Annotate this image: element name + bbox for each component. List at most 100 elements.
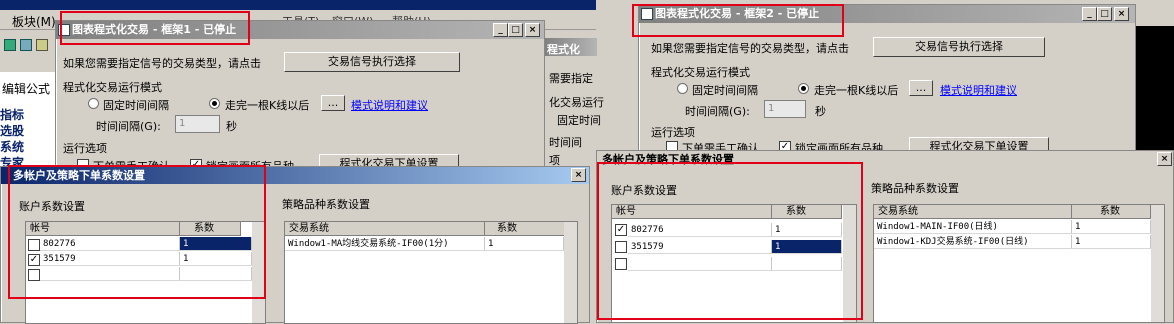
coef-cell[interactable]: 1	[180, 237, 252, 251]
fragment-text: 化交易运行	[549, 96, 604, 109]
maximize-button[interactable]: □	[1097, 7, 1112, 21]
menu-item-block[interactable]: 板块(M)	[12, 13, 56, 30]
account-cell[interactable]	[40, 267, 180, 281]
account-cell[interactable]	[628, 257, 772, 271]
scrollbar[interactable]	[1151, 205, 1164, 322]
coef2-close-button[interactable]: ×	[1157, 152, 1172, 166]
toolbar-icon[interactable]	[36, 39, 48, 51]
coef-cell[interactable]	[772, 257, 842, 271]
account-cell[interactable]: 802776	[40, 237, 180, 251]
frame2-interval-input[interactable]: 1	[764, 100, 806, 118]
column-header[interactable]: 帐号	[612, 205, 772, 219]
coef-cell[interactable]	[180, 267, 252, 281]
coef2-title-bar[interactable]: 多帐户及策略下单系数设置	[597, 151, 1173, 168]
frame2-radio-fixed-label: 固定时间间隔	[692, 84, 758, 97]
column-header[interactable]: 系数	[772, 205, 842, 219]
frame1-radio-kline-label: 走完一根K线以后	[225, 99, 310, 112]
chart-area-right	[1136, 26, 1174, 150]
left-item-stock-select[interactable]: 选股	[0, 122, 24, 139]
account-cell[interactable]: 802776	[628, 223, 772, 237]
frame2-signal-button[interactable]: 交易信号执行选择	[873, 37, 1045, 57]
coef2-title: 多帐户及策略下单系数设置	[602, 153, 734, 166]
left-item-system[interactable]: 系统	[0, 138, 24, 155]
frame2-mode-group-label: 程式化交易运行模式	[651, 66, 750, 79]
column-header[interactable]: 系数	[1072, 205, 1151, 219]
coef1-account-group-label: 账户系数设置	[19, 200, 85, 213]
left-item-edit-formula[interactable]: 编辑公式	[2, 80, 50, 97]
scrollbar[interactable]	[252, 222, 265, 323]
scrollbar[interactable]	[564, 222, 577, 323]
coef-cell[interactable]: 1	[485, 237, 564, 251]
coef-cell[interactable]: 1	[1072, 220, 1151, 234]
coef1-strategy-table: 交易系统 系数 Window1-MA均线交易系统-IF00(1分) 1	[284, 221, 578, 324]
coef2-account-group-label: 账户系数设置	[611, 184, 677, 197]
frame1-prompt: 如果您需要指定信号的交易类型，请点击	[63, 57, 261, 70]
background-dialog-fragment: 程式化 需要指定 化交易运行 固定时间 时间间 项	[544, 38, 604, 168]
background-app-title-bar	[0, 0, 596, 10]
strategy-cell[interactable]: Window1-MAIN-IF00(日线)	[874, 220, 1072, 234]
coef2-strategy-table: 交易系统 系数 Window1-MAIN-IF00(日线) 1 Window1-…	[873, 204, 1165, 323]
strategy-cell[interactable]: Window1-KDJ交易系统-IF00(日线)	[874, 235, 1072, 249]
frame2-title-bar[interactable]: 图表程式化交易 - 框架2 - 已停止	[639, 5, 1135, 23]
account-cell[interactable]: 351579	[40, 252, 180, 266]
left-item-indicator[interactable]: 指标	[0, 106, 24, 123]
toolbar-icon[interactable]	[4, 39, 16, 51]
frame2-mode-link[interactable]: 模式说明和建议	[940, 82, 1017, 98]
frame2-ellipsis-button[interactable]: ...	[909, 80, 933, 96]
frame2-radio-kline[interactable]	[798, 83, 809, 94]
strategy-cell[interactable]: Window1-MA均线交易系统-IF00(1分)	[285, 237, 485, 251]
account-checkbox[interactable]	[28, 269, 40, 281]
minimize-button[interactable]: _	[493, 23, 508, 37]
frame2-prompt: 如果您需要指定信号的交易类型，请点击	[651, 42, 849, 55]
frame1-radio-fixed-label: 固定时间间隔	[103, 99, 169, 112]
frame2-radio-fixed[interactable]	[677, 83, 688, 94]
scrollbar[interactable]	[843, 205, 856, 322]
frame2-interval-unit: 秒	[815, 105, 826, 118]
background-toolbar	[0, 31, 60, 59]
coef2-strategy-group-label: 策略品种系数设置	[871, 182, 959, 195]
column-header[interactable]: 系数	[180, 222, 241, 236]
coef-cell[interactable]: 1	[772, 223, 842, 237]
column-header[interactable]: 帐号	[26, 222, 180, 236]
coef1-title-bar[interactable]: 多帐户及策略下单系数设置	[1, 167, 589, 184]
coef1-account-table: 帐号 系数 802776 1 ✓ 351579 1	[25, 221, 266, 324]
close-button[interactable]: ×	[525, 23, 540, 37]
account-checkbox[interactable]: ✓	[615, 224, 627, 236]
fragment-text: 固定时间	[557, 114, 601, 127]
column-header[interactable]: 交易系统	[285, 222, 485, 236]
frame1-mode-link[interactable]: 模式说明和建议	[351, 97, 428, 113]
frame1-interval-label: 时间间隔(G):	[96, 120, 161, 133]
account-cell[interactable]: 351579	[628, 240, 772, 254]
frame1-interval-input[interactable]: 1	[175, 115, 220, 133]
account-checkbox[interactable]	[615, 258, 627, 270]
column-header[interactable]: 系数	[485, 222, 565, 236]
frame1-signal-button[interactable]: 交易信号执行选择	[284, 52, 460, 72]
coef1-strategy-group-label: 策略品种系数设置	[282, 198, 370, 211]
frame1-title-bar[interactable]: 图表程式化交易 - 框架1 - 已停止	[56, 21, 544, 39]
window-icon	[58, 24, 70, 36]
frame1-ellipsis-button[interactable]: ...	[321, 95, 345, 111]
coef-cell[interactable]: 1	[180, 252, 252, 266]
frame1-title: 图表程式化交易 - 框架1 - 已停止	[72, 23, 237, 36]
coef-cell[interactable]: 1	[772, 240, 842, 254]
account-checkbox[interactable]: ✓	[28, 254, 40, 266]
toolbar-icon[interactable]	[20, 39, 32, 51]
frame1-mode-group-label: 程式化交易运行模式	[63, 81, 162, 94]
account-checkbox[interactable]	[28, 239, 40, 251]
frame2-options-group-label: 运行选项	[651, 126, 695, 139]
account-checkbox[interactable]	[615, 241, 627, 253]
frame1-options-group-label: 运行选项	[63, 142, 107, 155]
frame1-radio-kline[interactable]	[209, 98, 220, 109]
maximize-button[interactable]: □	[508, 23, 523, 37]
frame2-radio-kline-label: 走完一根K线以后	[814, 84, 899, 97]
coef1-close-button[interactable]: ×	[571, 168, 586, 182]
fragment-text: 需要指定	[549, 72, 593, 85]
window-icon	[641, 8, 653, 20]
minimize-button[interactable]: _	[1082, 7, 1097, 21]
close-button[interactable]: ×	[1114, 7, 1129, 21]
column-header[interactable]: 交易系统	[874, 205, 1072, 219]
coef-cell[interactable]: 1	[1072, 235, 1151, 249]
coef1-dialog: 多帐户及策略下单系数设置 × 账户系数设置 帐号 系数 802776 1 ✓ 3…	[0, 166, 590, 324]
frame1-interval-unit: 秒	[226, 120, 237, 133]
frame1-radio-fixed[interactable]	[88, 98, 99, 109]
